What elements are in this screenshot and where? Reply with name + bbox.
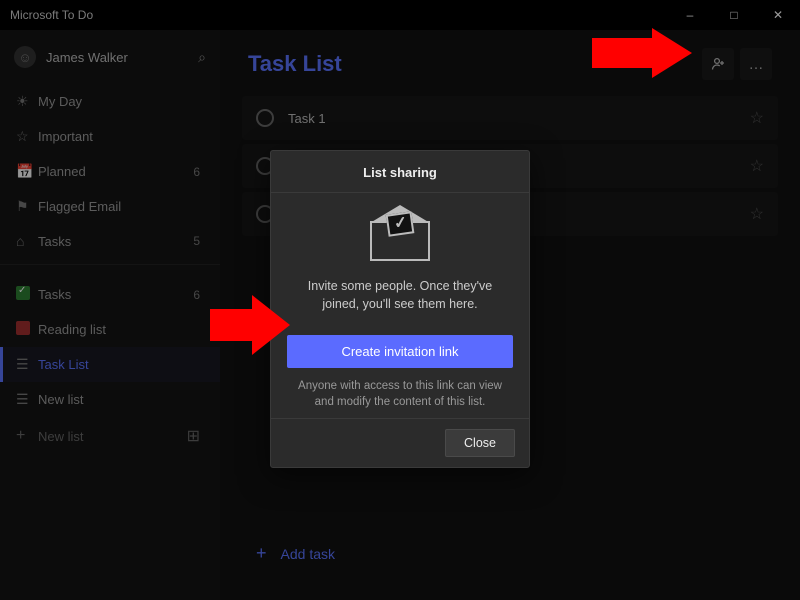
add-list-label: New list — [38, 429, 84, 444]
app-title: Microsoft To Do — [0, 8, 668, 22]
annotation-arrow-create-link — [210, 295, 290, 355]
sidebar-item-flagged-email[interactable]: ⚑Flagged Email — [0, 189, 220, 224]
dialog-body: Invite some people. Once they've joined,… — [271, 193, 529, 321]
list-icon: 📅 — [16, 163, 38, 180]
plus-icon: + — [256, 543, 267, 564]
add-list-row[interactable]: + New list ⊞ — [0, 417, 220, 455]
sidebar-item-new-list[interactable]: ☰ New list — [0, 382, 220, 417]
star-icon[interactable]: ☆ — [750, 156, 764, 176]
list-icon: ☰ — [16, 356, 29, 372]
item-count: 6 — [193, 288, 204, 302]
item-count: 6 — [193, 165, 204, 179]
person-add-icon — [710, 56, 726, 72]
dialog-footer: Close — [271, 418, 529, 467]
main-header: Task List … — [220, 30, 800, 90]
add-task-row[interactable]: + Add task — [242, 531, 778, 576]
search-icon[interactable]: ⌕ — [198, 49, 206, 66]
task-row[interactable]: Task 1☆ — [242, 96, 778, 140]
sidebar-item-planned[interactable]: 📅Planned6 — [0, 154, 220, 189]
sidebar-item-label: Reading list — [38, 322, 200, 337]
sidebar-item-label: New list — [38, 392, 200, 407]
list-color-icon — [16, 286, 30, 300]
plus-icon: + — [16, 427, 38, 445]
task-label: Task 1 — [288, 111, 750, 126]
new-group-icon[interactable]: ⊞ — [187, 426, 204, 446]
annotation-arrow-share — [592, 28, 692, 78]
sidebar-item-tasks[interactable]: ⌂Tasks5 — [0, 224, 220, 258]
list-icon: ⚑ — [16, 198, 38, 215]
close-window-button[interactable]: ✕ — [756, 0, 800, 30]
sidebar: ☺ James Walker ⌕ ☀My Day☆Important📅Plann… — [0, 30, 220, 600]
sidebar-divider — [0, 264, 220, 265]
sidebar-item-label: Flagged Email — [38, 199, 200, 214]
complete-checkbox[interactable] — [256, 109, 274, 127]
list-icon: ☀ — [16, 93, 38, 110]
dialog-subtext: Anyone with access to this link can view… — [271, 378, 529, 418]
sidebar-item-label: Task List — [38, 357, 200, 372]
sidebar-item-my-day[interactable]: ☀My Day — [0, 84, 220, 119]
profile-name: James Walker — [46, 50, 128, 65]
create-invitation-link-button[interactable]: Create invitation link — [287, 335, 513, 368]
sidebar-item-label: Planned — [38, 164, 193, 179]
close-dialog-button[interactable]: Close — [445, 429, 515, 457]
dialog-message: Invite some people. Once they've joined,… — [291, 277, 509, 313]
list-color-icon — [16, 321, 30, 335]
add-task-label: Add task — [281, 546, 335, 562]
title-bar: Microsoft To Do – □ ✕ — [0, 0, 800, 30]
star-icon[interactable]: ☆ — [750, 204, 764, 224]
list-icon: ☆ — [16, 128, 38, 145]
user-lists: Tasks6 Reading list ☰ Task List ☰ New list — [0, 277, 220, 417]
invite-envelope-icon — [365, 213, 435, 263]
sidebar-item-label: Tasks — [38, 234, 193, 249]
list-icon: ⌂ — [16, 233, 38, 249]
sidebar-item-label: My Day — [38, 94, 200, 109]
star-icon[interactable]: ☆ — [750, 108, 764, 128]
sidebar-item-label: Important — [38, 129, 200, 144]
main-actions: … — [702, 48, 772, 80]
sidebar-item-reading-list[interactable]: Reading list — [0, 312, 220, 347]
dialog-title: List sharing — [271, 151, 529, 193]
item-count: 5 — [193, 234, 204, 248]
profile-row[interactable]: ☺ James Walker ⌕ — [0, 36, 220, 78]
maximize-button[interactable]: □ — [712, 0, 756, 30]
share-list-button[interactable] — [702, 48, 734, 80]
sidebar-item-important[interactable]: ☆Important — [0, 119, 220, 154]
avatar-icon: ☺ — [14, 46, 36, 68]
sidebar-item-task-list[interactable]: ☰ Task List — [0, 347, 220, 382]
minimize-button[interactable]: – — [668, 0, 712, 30]
more-options-button[interactable]: … — [740, 48, 772, 80]
sidebar-item-label: Tasks — [38, 287, 193, 302]
sidebar-item-tasks[interactable]: Tasks6 — [0, 277, 220, 312]
window-controls: – □ ✕ — [668, 0, 800, 30]
list-icon: ☰ — [16, 391, 29, 407]
smart-lists: ☀My Day☆Important📅Planned6⚑Flagged Email… — [0, 84, 220, 258]
list-sharing-dialog: List sharing Invite some people. Once th… — [270, 150, 530, 468]
